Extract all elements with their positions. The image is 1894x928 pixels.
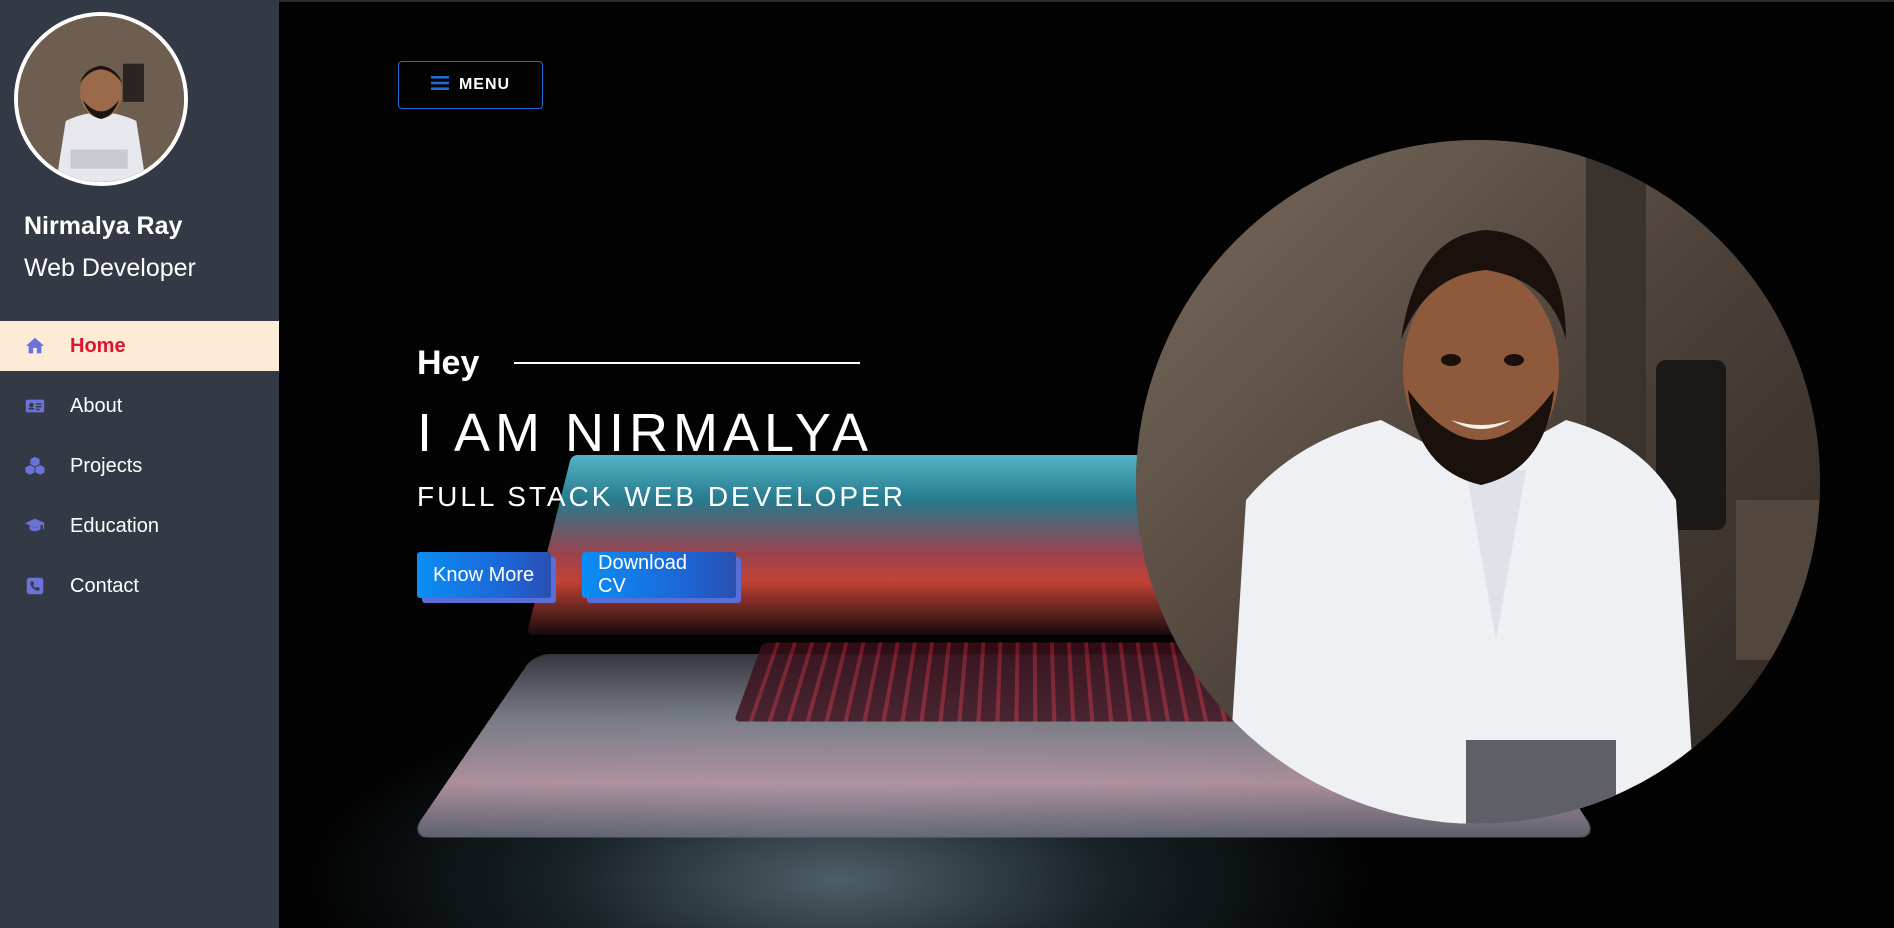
page: Nirmalya Ray Web Developer Home About Pr… bbox=[0, 0, 1894, 928]
hero-section: MENU Hey I AM NIRMALYA FULL STACK WEB DE… bbox=[279, 0, 1894, 928]
profile-role: Web Developer bbox=[24, 254, 196, 282]
greeting-text: Hey bbox=[417, 344, 480, 382]
profile-avatar bbox=[14, 12, 188, 186]
sidebar: Nirmalya Ray Web Developer Home About Pr… bbox=[0, 0, 279, 928]
id-card-icon bbox=[0, 395, 70, 417]
sidebar-item-about[interactable]: About bbox=[0, 381, 279, 431]
phone-icon bbox=[0, 575, 70, 597]
sidebar-item-label: Home bbox=[70, 334, 126, 357]
menu-label: MENU bbox=[458, 76, 511, 93]
top-border bbox=[279, 0, 1894, 2]
greeting-divider bbox=[514, 362, 860, 364]
sidebar-item-label: Projects bbox=[70, 454, 143, 477]
sidebar-item-projects[interactable]: Projects bbox=[0, 441, 279, 491]
home-icon bbox=[0, 335, 70, 357]
hero-subheadline: FULL STACK WEB DEVELOPER bbox=[417, 481, 906, 512]
hero-portrait-image bbox=[1136, 140, 1820, 824]
hamburger-icon bbox=[430, 75, 449, 96]
sidebar-item-contact[interactable]: Contact bbox=[0, 561, 279, 611]
hero-headline: I AM NIRMALYA bbox=[417, 403, 874, 463]
sidebar-item-label: Contact bbox=[70, 574, 139, 597]
sidebar-item-label: About bbox=[70, 394, 123, 417]
cubes-icon bbox=[0, 455, 70, 477]
profile-name: Nirmalya Ray bbox=[24, 212, 183, 240]
graduation-cap-icon bbox=[0, 515, 70, 537]
download-cv-button[interactable]: Download CV bbox=[582, 552, 736, 598]
know-more-button[interactable]: Know More bbox=[417, 552, 551, 598]
sidebar-item-home[interactable]: Home bbox=[0, 321, 279, 371]
sidebar-item-label: Education bbox=[70, 514, 159, 537]
sidebar-item-education[interactable]: Education bbox=[0, 501, 279, 551]
menu-button[interactable]: MENU bbox=[398, 61, 543, 109]
sidebar-nav: Home About Projects Education Contact bbox=[0, 321, 279, 621]
